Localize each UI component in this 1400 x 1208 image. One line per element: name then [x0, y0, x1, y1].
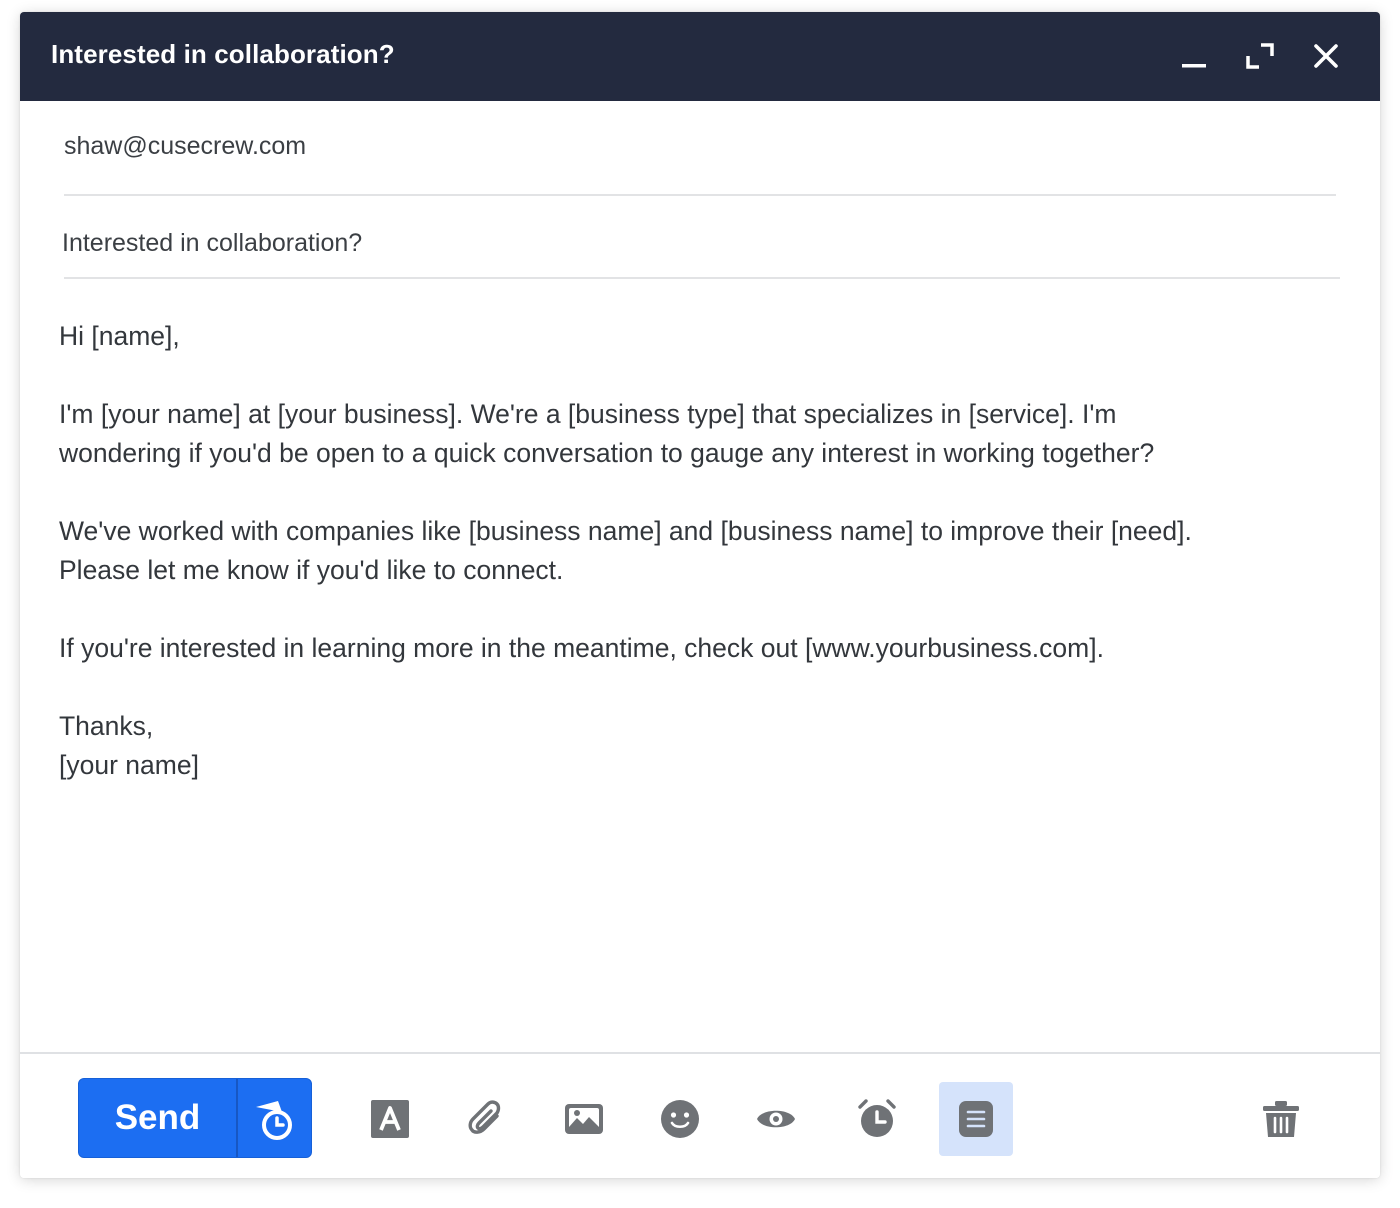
- message-body[interactable]: Hi [name], I'm [your name] at [your busi…: [59, 317, 1359, 785]
- compose-window: Interested in collaboration? shaw@cusecr…: [20, 12, 1380, 1178]
- body-paragraph-1: I'm [your name] at [your business]. We'r…: [59, 395, 1359, 473]
- paperclip-icon: [468, 1100, 501, 1134]
- template-icon: [959, 1101, 993, 1137]
- body-paragraph-2: We've worked with companies like [busine…: [59, 512, 1359, 590]
- schedule-send-icon: [256, 1101, 292, 1140]
- close-icon: [1314, 44, 1338, 68]
- close-button[interactable]: [1306, 36, 1346, 76]
- minimize-button[interactable]: [1174, 36, 1214, 76]
- body-paragraph-2-line-1: We've worked with companies like [busine…: [59, 516, 1192, 546]
- body-signature: [your name]: [59, 750, 199, 780]
- send-button[interactable]: Send: [79, 1079, 236, 1157]
- body-greeting: Hi [name],: [59, 321, 180, 351]
- subject-field[interactable]: Interested in collaboration?: [62, 229, 1334, 258]
- compose-titlebar[interactable]: Interested in collaboration?: [20, 12, 1380, 101]
- body-paragraph-1-line-1: I'm [your name] at [your business]. We'r…: [59, 399, 1117, 429]
- expand-button[interactable]: [1240, 36, 1280, 76]
- to-divider: [64, 194, 1336, 196]
- emoji-button[interactable]: [643, 1082, 717, 1156]
- insert-image-button[interactable]: [547, 1082, 621, 1156]
- to-field[interactable]: shaw@cusecrew.com: [64, 132, 1336, 161]
- body-signoff: Thanks,: [59, 711, 154, 741]
- tracking-button[interactable]: [739, 1082, 813, 1156]
- minimize-icon: [1182, 64, 1206, 68]
- eye-icon: [757, 1110, 795, 1128]
- reminder-button[interactable]: [840, 1082, 914, 1156]
- image-icon: [565, 1104, 603, 1134]
- attach-button[interactable]: [449, 1082, 523, 1156]
- body-paragraph-3: If you're interested in learning more in…: [59, 633, 1104, 663]
- delete-draft-button[interactable]: [1244, 1082, 1318, 1156]
- send-button-group: Send: [78, 1078, 312, 1158]
- body-paragraph-2-line-2: Please let me know if you'd like to conn…: [59, 555, 564, 585]
- emoji-icon: [661, 1100, 699, 1138]
- text-format-icon: [371, 1100, 409, 1138]
- alarm-clock-icon: [858, 1099, 896, 1137]
- formatting-button[interactable]: [353, 1082, 427, 1156]
- subject-divider: [64, 277, 1340, 279]
- compose-toolbar: Send: [20, 1052, 1380, 1178]
- templates-button[interactable]: [939, 1082, 1013, 1156]
- compose-title: Interested in collaboration?: [51, 39, 395, 69]
- body-signoff-block: Thanks, [your name]: [59, 707, 1359, 785]
- schedule-send-button[interactable]: [238, 1079, 311, 1157]
- expand-icon: [1246, 43, 1274, 69]
- body-paragraph-1-line-2: wondering if you'd be open to a quick co…: [59, 438, 1155, 468]
- trash-icon: [1263, 1101, 1299, 1137]
